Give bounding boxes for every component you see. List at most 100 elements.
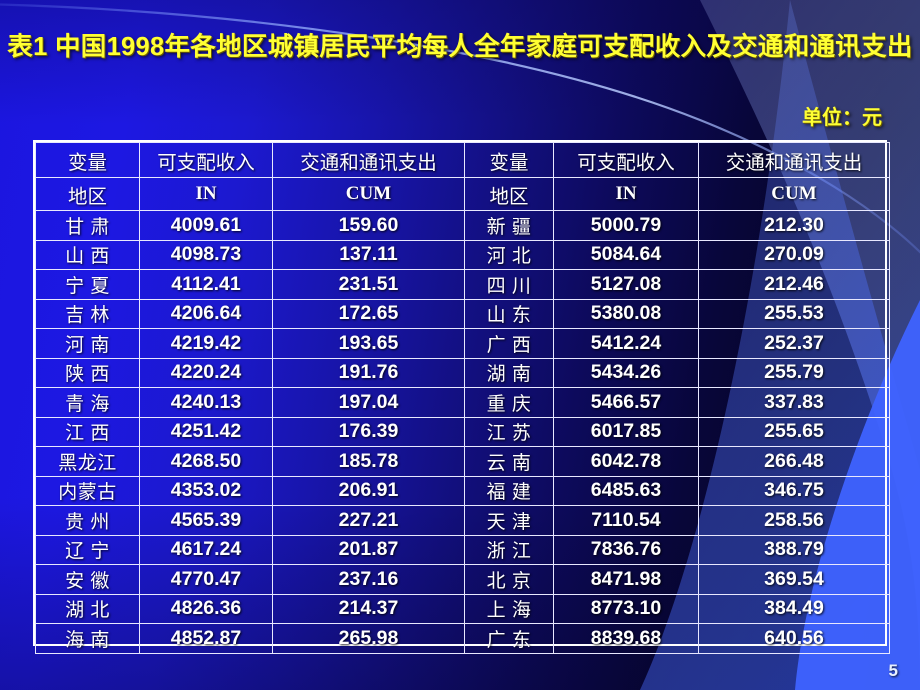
region-name-left: 辽 宁 — [35, 534, 140, 565]
column-header-top-4: 变量 — [464, 142, 554, 178]
region-name-right: 浙 江 — [464, 534, 554, 565]
column-header-sub-1: 地区 — [35, 177, 140, 211]
transport-value-left: 193.65 — [272, 328, 465, 359]
region-name-left: 贵 州 — [35, 505, 140, 536]
column-header-top-2: 可支配收入 — [139, 142, 273, 178]
table-header-row-sub: 地区 IN CUM 地区 IN CUM — [35, 177, 890, 211]
column-header-sub-3: CUM — [272, 177, 465, 211]
transport-value-left: 265.98 — [272, 623, 465, 654]
transport-value-right: 369.54 — [698, 564, 890, 595]
income-value-left: 4098.73 — [139, 239, 273, 270]
income-value-right: 8773.10 — [553, 593, 699, 624]
transport-value-right: 337.83 — [698, 387, 890, 418]
table-header-row-top: 变量 可支配收入 交通和通讯支出 变量 可支配收入 交通和通讯支出 — [35, 142, 890, 178]
column-header-sub-5: IN — [553, 177, 699, 211]
region-name-left: 山 西 — [35, 239, 140, 270]
income-value-right: 5466.57 — [553, 387, 699, 418]
table-row: 黑龙江 4268.50 185.78 云 南 6042.78 266.48 — [35, 446, 890, 477]
table-row: 辽 宁 4617.24 201.87 浙 江 7836.76 388.79 — [35, 534, 890, 565]
transport-value-right: 266.48 — [698, 446, 890, 477]
transport-value-right: 255.65 — [698, 416, 890, 447]
income-value-left: 4826.36 — [139, 593, 273, 624]
table-row: 青 海 4240.13 197.04 重 庆 5466.57 337.83 — [35, 387, 890, 418]
income-value-right: 5127.08 — [553, 269, 699, 300]
region-name-right: 云 南 — [464, 446, 554, 477]
income-value-right: 5000.79 — [553, 210, 699, 241]
transport-value-right: 255.53 — [698, 298, 890, 329]
column-header-top-5: 可支配收入 — [553, 142, 699, 178]
income-value-right: 5084.64 — [553, 239, 699, 270]
transport-value-left: 185.78 — [272, 446, 465, 477]
transport-value-right: 252.37 — [698, 328, 890, 359]
income-value-left: 4617.24 — [139, 534, 273, 565]
income-value-left: 4240.13 — [139, 387, 273, 418]
column-header-top-6: 交通和通讯支出 — [698, 142, 890, 178]
transport-value-right: 384.49 — [698, 593, 890, 624]
region-name-right: 重 庆 — [464, 387, 554, 418]
income-value-right: 8839.68 — [553, 623, 699, 654]
transport-value-right: 255.79 — [698, 357, 890, 388]
table-row: 山 西 4098.73 137.11 河 北 5084.64 270.09 — [35, 239, 890, 270]
table-row: 吉 林 4206.64 172.65 山 东 5380.08 255.53 — [35, 298, 890, 329]
income-value-left: 4009.61 — [139, 210, 273, 241]
transport-value-right: 346.75 — [698, 475, 890, 506]
income-value-right: 5434.26 — [553, 357, 699, 388]
table-row: 海 南 4852.87 265.98 广 东 8839.68 640.56 — [35, 623, 890, 654]
unit-note: 单位：元 — [802, 107, 882, 129]
transport-value-right: 212.30 — [698, 210, 890, 241]
transport-value-left: 206.91 — [272, 475, 465, 506]
table-row: 宁 夏 4112.41 231.51 四 川 5127.08 212.46 — [35, 269, 890, 300]
income-value-left: 4565.39 — [139, 505, 273, 536]
table-row: 贵 州 4565.39 227.21 天 津 7110.54 258.56 — [35, 505, 890, 536]
transport-value-left: 201.87 — [272, 534, 465, 565]
region-name-left: 陕 西 — [35, 357, 140, 388]
region-name-right: 湖 南 — [464, 357, 554, 388]
transport-value-left: 197.04 — [272, 387, 465, 418]
income-value-left: 4112.41 — [139, 269, 273, 300]
table-row: 江 西 4251.42 176.39 江 苏 6017.85 255.65 — [35, 416, 890, 447]
data-table: 变量 可支配收入 交通和通讯支出 变量 可支配收入 交通和通讯支出 地区 IN CUM 地区 IN C… — [35, 142, 890, 654]
income-value-left: 4353.02 — [139, 475, 273, 506]
region-name-left: 湖 北 — [35, 593, 140, 624]
income-value-left: 4220.24 — [139, 357, 273, 388]
transport-value-left: 214.37 — [272, 593, 465, 624]
region-name-right: 江 苏 — [464, 416, 554, 447]
income-value-right: 5412.24 — [553, 328, 699, 359]
region-name-left: 内蒙古 — [35, 475, 140, 506]
region-name-right: 河 北 — [464, 239, 554, 270]
region-name-left: 海 南 — [35, 623, 140, 654]
transport-value-right: 270.09 — [698, 239, 890, 270]
page-title: 表1 中国1998年各地区城镇居民平均每人全年家庭可支配收入及交通和通讯支出 — [7, 33, 913, 61]
income-value-left: 4852.87 — [139, 623, 273, 654]
column-header-top-3: 交通和通讯支出 — [272, 142, 465, 178]
region-name-right: 山 东 — [464, 298, 554, 329]
region-name-right: 广 东 — [464, 623, 554, 654]
region-name-left: 安 徽 — [35, 564, 140, 595]
region-name-left: 河 南 — [35, 328, 140, 359]
income-value-left: 4206.64 — [139, 298, 273, 329]
income-value-left: 4251.42 — [139, 416, 273, 447]
income-value-right: 6485.63 — [553, 475, 699, 506]
transport-value-left: 237.16 — [272, 564, 465, 595]
region-name-right: 上 海 — [464, 593, 554, 624]
column-header-sub-6: CUM — [698, 177, 890, 211]
page-number: 5 — [888, 661, 898, 680]
transport-value-left: 191.76 — [272, 357, 465, 388]
table-row: 湖 北 4826.36 214.37 上 海 8773.10 384.49 — [35, 593, 890, 624]
transport-value-left: 227.21 — [272, 505, 465, 536]
region-name-left: 江 西 — [35, 416, 140, 447]
region-name-right: 四 川 — [464, 269, 554, 300]
income-value-right: 7110.54 — [553, 505, 699, 536]
region-name-left: 甘 肃 — [35, 210, 140, 241]
transport-value-left: 176.39 — [272, 416, 465, 447]
income-value-right: 8471.98 — [553, 564, 699, 595]
column-header-sub-2: IN — [139, 177, 273, 211]
column-header-sub-4: 地区 — [464, 177, 554, 211]
transport-value-left: 172.65 — [272, 298, 465, 329]
table-row: 河 南 4219.42 193.65 广 西 5412.24 252.37 — [35, 328, 890, 359]
slide: 表1 中国1998年各地区城镇居民平均每人全年家庭可支配收入及交通和通讯支出 单… — [0, 0, 920, 690]
region-name-left: 吉 林 — [35, 298, 140, 329]
region-name-left: 宁 夏 — [35, 269, 140, 300]
data-table-container: 变量 可支配收入 交通和通讯支出 变量 可支配收入 交通和通讯支出 地区 IN CUM 地区 IN C… — [33, 140, 890, 654]
income-value-left: 4770.47 — [139, 564, 273, 595]
